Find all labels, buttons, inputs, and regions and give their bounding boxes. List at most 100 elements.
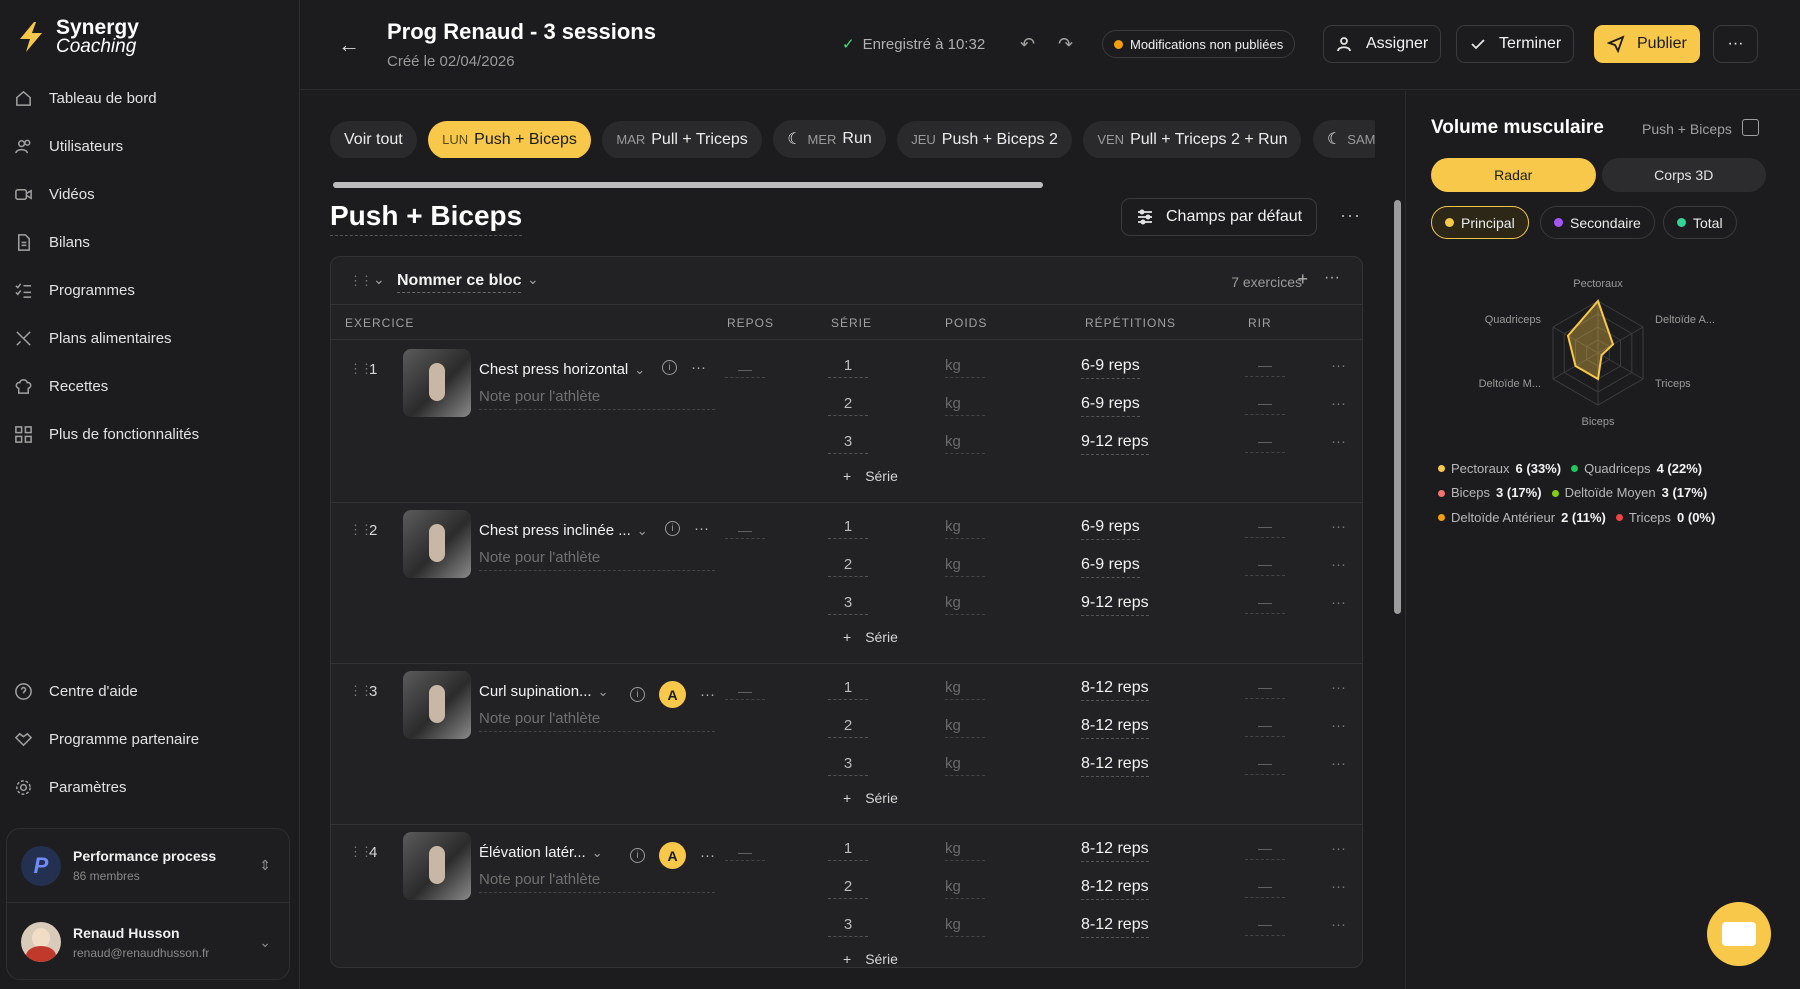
sidebar-item-recipes[interactable]: Recettes — [14, 366, 108, 406]
reps-input[interactable]: 6-9 reps — [1081, 357, 1140, 379]
redo-icon[interactable]: ↷ — [1058, 34, 1073, 55]
block-name[interactable]: Nommer ce bloc — [397, 272, 522, 293]
reps-input[interactable]: 8-12 reps — [1081, 717, 1149, 739]
tabs-scrollbar[interactable] — [333, 182, 1043, 188]
tab-wednesday[interactable]: ☾ MER Run — [773, 120, 886, 158]
weight-input[interactable]: kg — [945, 357, 985, 378]
set-number[interactable]: 1 — [828, 679, 868, 700]
set-more-icon[interactable]: ··· — [1331, 840, 1346, 857]
set-more-icon[interactable]: ··· — [1331, 395, 1346, 412]
rir-input[interactable]: — — [1245, 433, 1285, 453]
sidebar-item-programmes[interactable]: Programmes — [14, 270, 135, 310]
weight-input[interactable]: kg — [945, 518, 985, 539]
sidebar-item-more[interactable]: Plus de fonctionnalités — [14, 414, 199, 454]
set-number[interactable]: 1 — [828, 840, 868, 861]
set-number[interactable]: 3 — [828, 916, 868, 937]
view-3d-button[interactable]: Corps 3D — [1601, 158, 1766, 192]
block-more-icon[interactable]: ··· — [1324, 269, 1340, 287]
rir-input[interactable]: — — [1245, 357, 1285, 377]
more-options-button[interactable]: ··· — [1713, 25, 1758, 63]
weight-input[interactable]: kg — [945, 878, 985, 899]
set-number[interactable]: 3 — [828, 433, 868, 454]
sidebar-item-meal-plans[interactable]: Plans alimentaires — [14, 318, 172, 358]
chevron-down-icon[interactable]: ⌄ — [373, 271, 385, 288]
sidebar-item-videos[interactable]: Vidéos — [14, 174, 95, 214]
rir-input[interactable]: — — [1245, 840, 1285, 860]
tab-tuesday[interactable]: MAR Pull + Triceps — [602, 120, 762, 158]
set-number[interactable]: 3 — [828, 755, 868, 776]
sidebar-item-partner[interactable]: Programme partenaire — [14, 719, 199, 759]
set-more-icon[interactable]: ··· — [1331, 594, 1346, 611]
sidebar-item-settings[interactable]: Paramètres — [14, 767, 127, 807]
add-set-button[interactable]: + Série — [843, 790, 898, 806]
assign-button[interactable]: Assigner — [1323, 25, 1442, 63]
weight-input[interactable]: kg — [945, 916, 985, 937]
add-set-button[interactable]: + Série — [843, 468, 898, 484]
rir-input[interactable]: — — [1245, 594, 1285, 614]
set-more-icon[interactable]: ··· — [1331, 717, 1346, 734]
set-more-icon[interactable]: ··· — [1331, 433, 1346, 450]
sidebar-item-help[interactable]: Centre d'aide — [14, 671, 138, 711]
set-more-icon[interactable]: ··· — [1331, 916, 1346, 933]
tab-friday[interactable]: VEN Pull + Triceps 2 + Run — [1083, 120, 1302, 158]
rir-input[interactable]: — — [1245, 679, 1285, 699]
rir-input[interactable]: — — [1245, 556, 1285, 576]
set-number[interactable]: 3 — [828, 594, 868, 615]
weight-input[interactable]: kg — [945, 755, 985, 776]
reps-input[interactable]: 8-12 reps — [1081, 840, 1149, 862]
reps-input[interactable]: 8-12 reps — [1081, 679, 1149, 701]
weight-input[interactable]: kg — [945, 594, 985, 615]
session-title[interactable]: Push + Biceps — [330, 200, 523, 236]
reps-input[interactable]: 8-12 reps — [1081, 916, 1149, 938]
tab-all[interactable]: Voir tout — [330, 121, 417, 158]
brand-logo[interactable]: Synergy Coaching — [14, 17, 139, 56]
weight-input[interactable]: kg — [945, 395, 985, 416]
collapse-panel-icon[interactable] — [1742, 119, 1759, 136]
publish-button[interactable]: Publier — [1594, 25, 1700, 63]
back-arrow-icon[interactable]: ← — [338, 32, 366, 60]
weight-input[interactable]: kg — [945, 556, 985, 577]
rir-input[interactable]: — — [1245, 878, 1285, 898]
reps-input[interactable]: 6-9 reps — [1081, 518, 1140, 540]
sidebar-item-users[interactable]: Utilisateurs — [14, 126, 123, 166]
weight-input[interactable]: kg — [945, 840, 985, 861]
set-more-icon[interactable]: ··· — [1331, 679, 1346, 696]
set-number[interactable]: 2 — [828, 556, 868, 577]
rir-input[interactable]: — — [1245, 717, 1285, 737]
tab-saturday[interactable]: ☾ SAM — [1312, 120, 1375, 158]
set-number[interactable]: 2 — [828, 717, 868, 738]
rir-input[interactable]: — — [1245, 395, 1285, 415]
add-set-button[interactable]: + Série — [843, 951, 898, 967]
reps-input[interactable]: 9-12 reps — [1081, 433, 1149, 455]
reps-input[interactable]: 6-9 reps — [1081, 395, 1140, 417]
reps-input[interactable]: 6-9 reps — [1081, 556, 1140, 578]
user-menu[interactable]: Renaud Husson renaud@renaudhusson.fr ⌄ — [7, 905, 289, 979]
filter-principal[interactable]: Principal — [1431, 206, 1529, 239]
set-number[interactable]: 2 — [828, 395, 868, 416]
sidebar-item-dashboard[interactable]: Tableau de bord — [14, 78, 157, 118]
undo-icon[interactable]: ↶ — [1020, 34, 1035, 55]
reps-input[interactable]: 9-12 reps — [1081, 594, 1149, 616]
set-more-icon[interactable]: ··· — [1331, 518, 1346, 535]
finish-button[interactable]: Terminer — [1456, 25, 1575, 63]
set-number[interactable]: 2 — [828, 878, 868, 899]
workspace-selector[interactable]: P Performance process 86 membres ⇕ — [7, 829, 289, 903]
sidebar-item-bilans[interactable]: Bilans — [14, 222, 90, 262]
session-more-icon[interactable]: ··· — [1340, 205, 1361, 226]
content-scrollbar[interactable] — [1394, 200, 1401, 614]
chat-button[interactable] — [1707, 902, 1771, 966]
weight-input[interactable]: kg — [945, 433, 985, 454]
weight-input[interactable]: kg — [945, 717, 985, 738]
rir-input[interactable]: — — [1245, 518, 1285, 538]
set-more-icon[interactable]: ··· — [1331, 878, 1346, 895]
rir-input[interactable]: — — [1245, 916, 1285, 936]
tab-monday[interactable]: LUN Push + Biceps — [428, 120, 591, 158]
chevron-down-icon[interactable]: ⌄ — [527, 271, 539, 288]
set-more-icon[interactable]: ··· — [1331, 556, 1346, 573]
plus-icon[interactable]: + — [1297, 269, 1308, 290]
default-fields-button[interactable]: Champs par défaut — [1121, 198, 1318, 236]
filter-secondary[interactable]: Secondaire — [1540, 206, 1655, 239]
filter-total[interactable]: Total — [1663, 206, 1737, 239]
set-number[interactable]: 1 — [828, 518, 868, 539]
drag-handle-icon[interactable]: ⋮⋮ — [349, 273, 373, 289]
